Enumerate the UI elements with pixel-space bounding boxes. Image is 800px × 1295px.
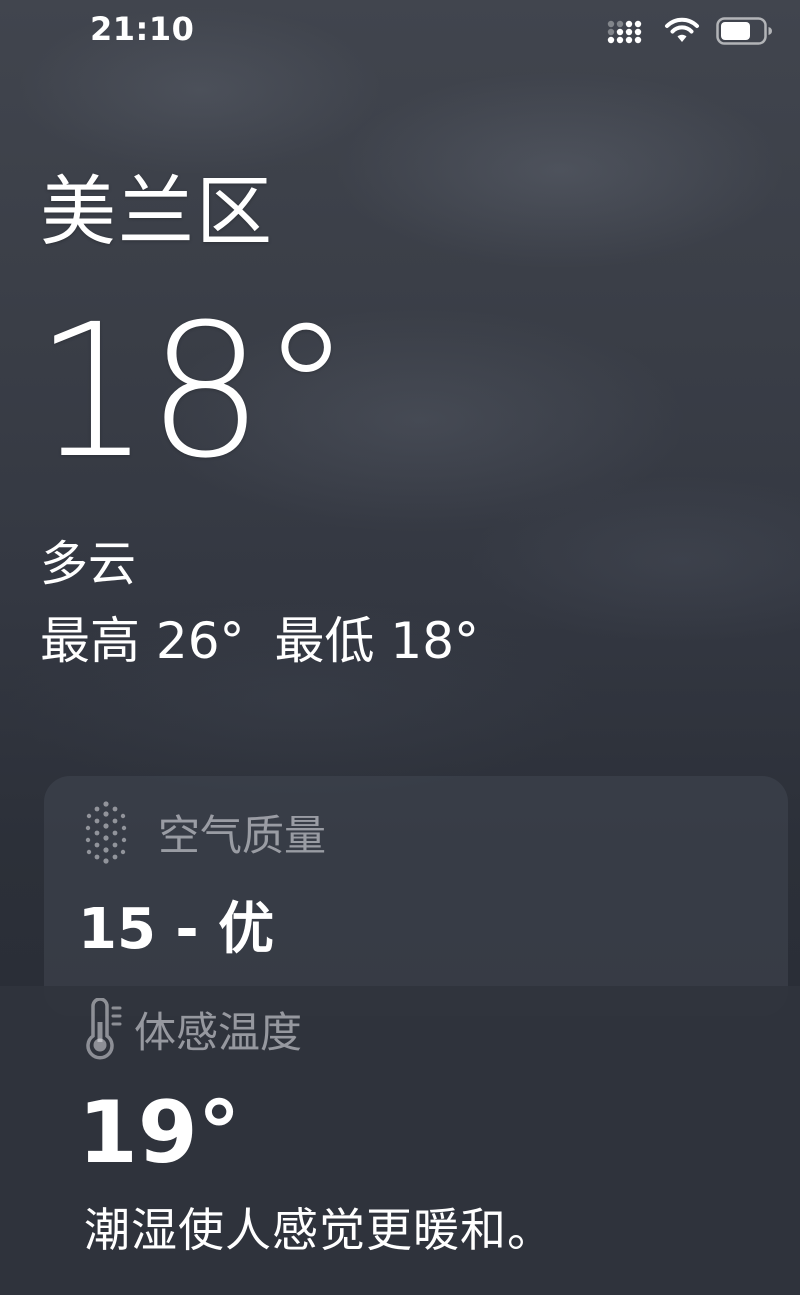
air-quality-dots-icon (85, 801, 127, 864)
weather-screen: 21:10 美兰区 18° 多云 最高 26° 最低 18° 空气质量 15 -… (0, 0, 800, 1295)
current-temperature: 18° (34, 285, 352, 499)
wifi-icon (665, 17, 699, 42)
feels-like-title: 体感温度 (134, 1007, 303, 1057)
thermometer-icon (86, 998, 122, 1060)
status-bar: 21:10 (0, 0, 800, 64)
status-time: 21:10 (90, 10, 195, 48)
weather-condition: 多云 (40, 536, 137, 592)
cellular-signal-icon (607, 20, 642, 44)
air-quality-title: 空气质量 (158, 810, 327, 860)
air-quality-heading: 空气质量 (84, 800, 326, 864)
location-name: 美兰区 (40, 167, 274, 256)
feels-like-content: 体感温度 19° 潮湿使人感觉更暖和。 (44, 986, 788, 1295)
high-temperature: 最高 26° (40, 612, 245, 670)
feels-like-heading: 体感温度 (84, 998, 302, 1060)
feels-like-description: 潮湿使人感觉更暖和。 (84, 1203, 554, 1257)
feels-like-card[interactable]: 体感温度 19° 潮湿使人感觉更暖和。 (0, 986, 800, 1295)
feels-like-value: 19° (78, 1083, 241, 1183)
air-quality-card[interactable]: 空气质量 15 - 优 (44, 776, 788, 1016)
high-low-temperatures: 最高 26° 最低 18° (40, 614, 479, 669)
air-quality-value: 15 - 优 (78, 897, 275, 962)
battery-icon (716, 17, 772, 45)
low-temperature: 最低 18° (274, 612, 480, 670)
